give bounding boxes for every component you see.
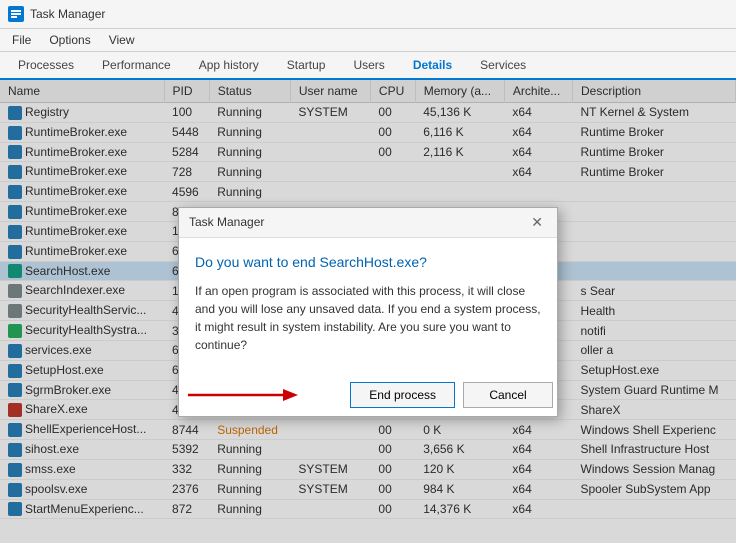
modal-buttons: End process Cancel [179,382,557,416]
modal-title-bar: Task Manager ✕ [179,208,557,238]
menu-view[interactable]: View [101,31,143,49]
menu-options[interactable]: Options [41,31,98,49]
arrow-icon [183,383,303,407]
tab-processes[interactable]: Processes [4,52,88,80]
arrow-container [183,383,342,407]
modal-message: If an open program is associated with th… [195,282,541,354]
tab-bar: Processes Performance App history Startu… [0,52,736,80]
modal-body: Do you want to end SearchHost.exe? If an… [179,238,557,382]
window-title: Task Manager [30,7,105,21]
modal-overlay: Task Manager ✕ Do you want to end Search… [0,80,736,543]
modal-question: Do you want to end SearchHost.exe? [195,254,541,270]
task-manager-icon [8,6,24,22]
end-process-dialog: Task Manager ✕ Do you want to end Search… [178,207,558,417]
tab-startup[interactable]: Startup [273,52,340,80]
tab-performance[interactable]: Performance [88,52,185,80]
tab-services[interactable]: Services [466,52,540,80]
cancel-button[interactable]: Cancel [463,382,553,408]
menu-bar: File Options View [0,29,736,52]
modal-title: Task Manager [189,215,264,229]
tab-app-history[interactable]: App history [185,52,273,80]
end-process-button[interactable]: End process [350,382,455,408]
tab-users[interactable]: Users [339,52,398,80]
tab-details[interactable]: Details [399,52,466,80]
modal-close-button[interactable]: ✕ [527,214,547,231]
process-table-container: Name PID Status User name CPU Memory (a.… [0,80,736,543]
title-bar: Task Manager [0,0,736,29]
menu-file[interactable]: File [4,31,39,49]
